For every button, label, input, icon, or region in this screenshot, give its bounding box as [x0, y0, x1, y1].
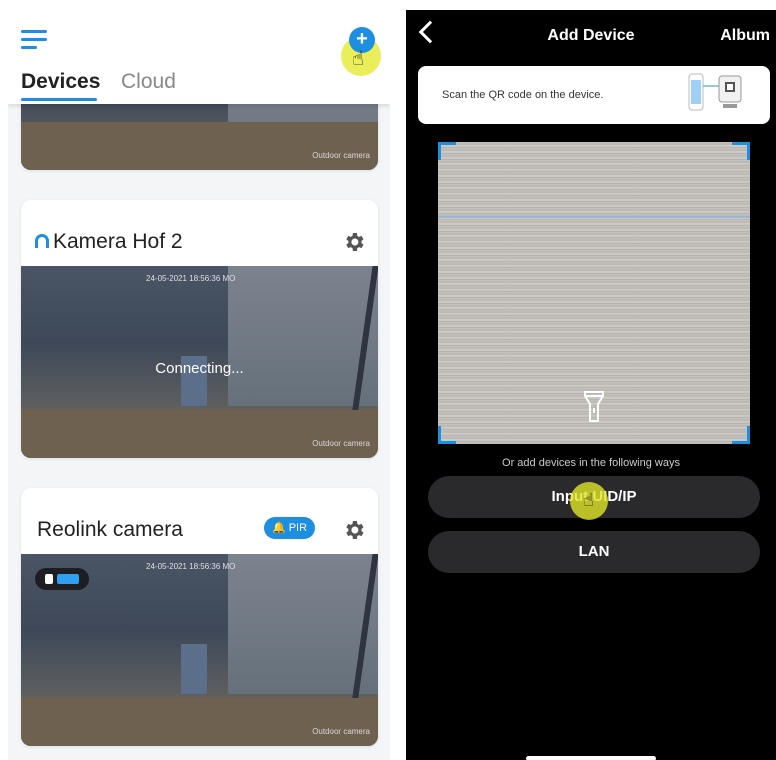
pointer-hand-icon: ☝: [352, 48, 365, 70]
feed-stamp: Outdoor camera: [312, 151, 370, 160]
alternative-methods-label: Or add devices in the following ways: [502, 457, 680, 469]
pir-badge[interactable]: 🔔 PIR: [264, 517, 315, 539]
viewfinder-corner: [732, 142, 750, 160]
qr-device-illustration: [688, 73, 742, 111]
top-bar: + ☝ Devices Cloud: [8, 10, 390, 104]
viewfinder-corner: [438, 426, 456, 444]
feed-floor: [21, 698, 378, 746]
lan-button[interactable]: LAN: [428, 531, 760, 573]
wifi-camera-icon: [35, 234, 49, 248]
scan-hint-text: Scan the QR code on the device.: [442, 89, 604, 101]
pointer-hand-icon: ☝: [583, 490, 594, 510]
home-indicator: [526, 756, 656, 760]
camera-feed[interactable]: 24-05-2021 18:56:36 MO Outdoor camera: [21, 554, 378, 746]
scan-hint-banner: Scan the QR code on the device.: [418, 66, 770, 124]
feed-object: [181, 644, 207, 694]
feed-timestamp: 24-05-2021 18:56:36 MO: [146, 274, 236, 283]
feed-stamp: Outdoor camera: [312, 727, 370, 736]
add-device-screen: Add Device Album Scan the QR code on the…: [406, 10, 776, 760]
devices-screen: Outdoor camera + ☝ Devices Cloud Kamera …: [8, 10, 390, 760]
camera-feed[interactable]: 24-05-2021 18:56:36 MO Connecting... Out…: [21, 266, 378, 458]
pir-label: PIR: [288, 522, 308, 534]
qr-scan-viewfinder[interactable]: [438, 142, 750, 444]
device-title: Kamera Hof 2: [53, 230, 183, 253]
tab-cloud[interactable]: Cloud: [121, 70, 176, 94]
album-button[interactable]: Album: [720, 27, 770, 45]
feed-floor: [21, 122, 378, 170]
feed-floor: [21, 410, 378, 458]
device-title: Reolink camera: [37, 518, 183, 541]
active-tab-indicator: [21, 98, 97, 101]
battery-icon: [35, 568, 89, 590]
feed-stamp: Outdoor camera: [312, 439, 370, 448]
device-card[interactable]: Reolink camera 🔔 PIR 24-05-2021 18:56:36…: [21, 488, 378, 746]
device-card[interactable]: Kamera Hof 2 24-05-2021 18:56:36 MO Conn…: [21, 200, 378, 458]
flashlight-icon[interactable]: [582, 390, 606, 424]
viewfinder-corner: [438, 142, 456, 160]
gear-icon[interactable]: [342, 518, 366, 542]
tab-devices[interactable]: Devices: [21, 70, 100, 94]
hamburger-menu-icon[interactable]: [21, 28, 47, 50]
connection-status: Connecting...: [155, 360, 244, 377]
feed-timestamp: 24-05-2021 18:56:36 MO: [146, 562, 236, 571]
gear-icon[interactable]: [342, 230, 366, 254]
viewfinder-corner: [732, 426, 750, 444]
scan-line: [438, 216, 750, 218]
